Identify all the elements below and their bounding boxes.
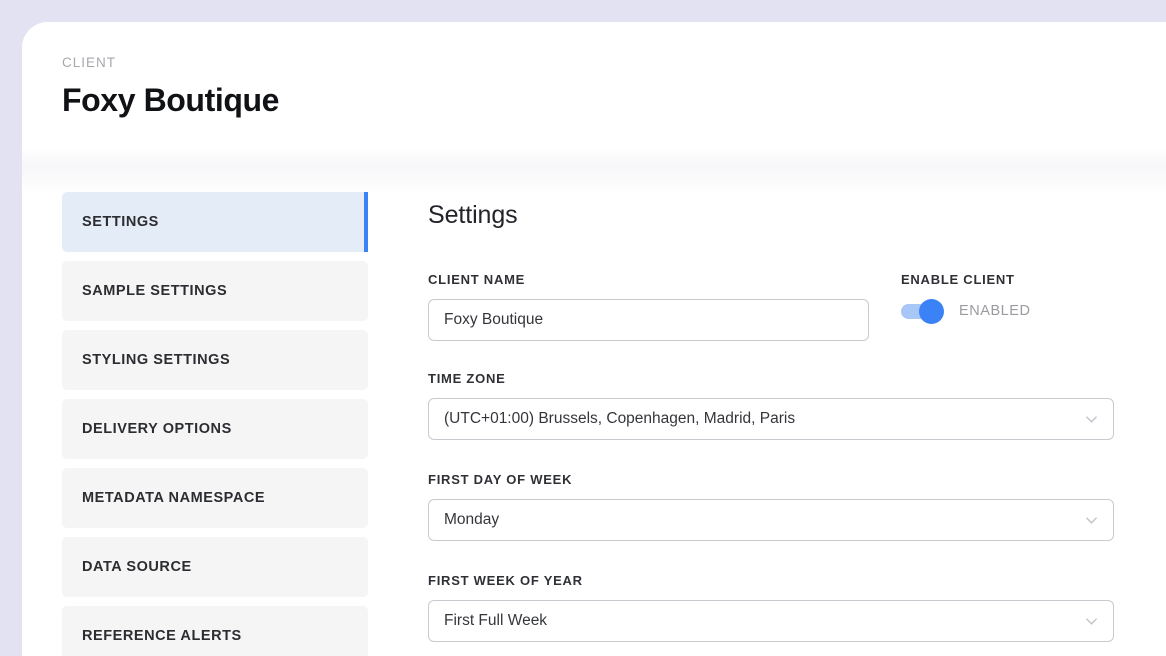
first-day-of-week-select[interactable]: Monday xyxy=(428,499,1114,541)
first-day-of-week-group: FIRST DAY OF WEEK Monday xyxy=(428,473,1166,541)
sidebar-item-label: SAMPLE SETTINGS xyxy=(82,283,227,299)
client-name-row: CLIENT NAME Foxy Boutique ENABLE CLIENT … xyxy=(428,273,1166,339)
settings-form: Settings CLIENT NAME Foxy Boutique ENABL… xyxy=(428,192,1166,642)
enable-client-group: ENABLE CLIENT ENABLED xyxy=(901,273,1031,319)
time-zone-label: TIME ZONE xyxy=(428,372,1166,385)
chevron-down-icon xyxy=(1084,513,1099,528)
enable-client-state-text: ENABLED xyxy=(959,303,1031,319)
first-week-of-year-value: First Full Week xyxy=(444,612,547,630)
client-name-input[interactable]: Foxy Boutique xyxy=(428,299,869,341)
breadcrumb-eyebrow: CLIENT xyxy=(62,56,1166,70)
sidebar-item-label: SETTINGS xyxy=(82,214,159,230)
first-day-of-week-value: Monday xyxy=(444,511,499,529)
sidebar-item-data-source[interactable]: DATA SOURCE xyxy=(62,537,368,597)
enable-client-label: ENABLE CLIENT xyxy=(901,273,1031,286)
time-zone-value: (UTC+01:00) Brussels, Copenhagen, Madrid… xyxy=(444,410,795,428)
chevron-down-icon xyxy=(1084,412,1099,427)
sidebar-item-settings[interactable]: SETTINGS xyxy=(62,192,368,252)
sidebar-item-styling-settings[interactable]: STYLING SETTINGS xyxy=(62,330,368,390)
section-title: Settings xyxy=(428,203,1166,228)
time-zone-group: TIME ZONE (UTC+01:00) Brussels, Copenhag… xyxy=(428,372,1166,440)
enable-client-row: ENABLED xyxy=(901,303,1031,319)
sidebar-item-label: METADATA NAMESPACE xyxy=(82,490,265,506)
client-name-value: Foxy Boutique xyxy=(444,311,543,329)
sidebar-item-label: STYLING SETTINGS xyxy=(82,352,230,368)
time-zone-select[interactable]: (UTC+01:00) Brussels, Copenhagen, Madrid… xyxy=(428,398,1114,440)
sidebar-item-sample-settings[interactable]: SAMPLE SETTINGS xyxy=(62,261,368,321)
header-divider xyxy=(22,148,1166,192)
toggle-knob xyxy=(919,299,944,324)
sidebar-item-label: DELIVERY OPTIONS xyxy=(82,421,232,437)
sidebar-item-delivery-options[interactable]: DELIVERY OPTIONS xyxy=(62,399,368,459)
sidebar-item-label: DATA SOURCE xyxy=(82,559,192,575)
enable-client-toggle[interactable] xyxy=(901,304,941,319)
client-name-group: CLIENT NAME Foxy Boutique xyxy=(428,273,869,341)
content-area: SETTINGS SAMPLE SETTINGS STYLING SETTING… xyxy=(22,192,1166,656)
page-header: CLIENT Foxy Boutique xyxy=(22,22,1166,148)
client-settings-card: CLIENT Foxy Boutique SETTINGS SAMPLE SET… xyxy=(22,22,1166,656)
first-week-of-year-label: FIRST WEEK OF YEAR xyxy=(428,574,1166,587)
chevron-down-icon xyxy=(1084,614,1099,629)
page-title: Foxy Boutique xyxy=(62,83,1166,118)
first-day-of-week-label: FIRST DAY OF WEEK xyxy=(428,473,1166,486)
client-name-label: CLIENT NAME xyxy=(428,273,869,286)
settings-sidebar: SETTINGS SAMPLE SETTINGS STYLING SETTING… xyxy=(62,192,368,656)
first-week-of-year-group: FIRST WEEK OF YEAR First Full Week xyxy=(428,574,1166,642)
sidebar-item-metadata-namespace[interactable]: METADATA NAMESPACE xyxy=(62,468,368,528)
sidebar-item-label: REFERENCE ALERTS xyxy=(82,628,242,644)
first-week-of-year-select[interactable]: First Full Week xyxy=(428,600,1114,642)
sidebar-item-reference-alerts[interactable]: REFERENCE ALERTS xyxy=(62,606,368,656)
